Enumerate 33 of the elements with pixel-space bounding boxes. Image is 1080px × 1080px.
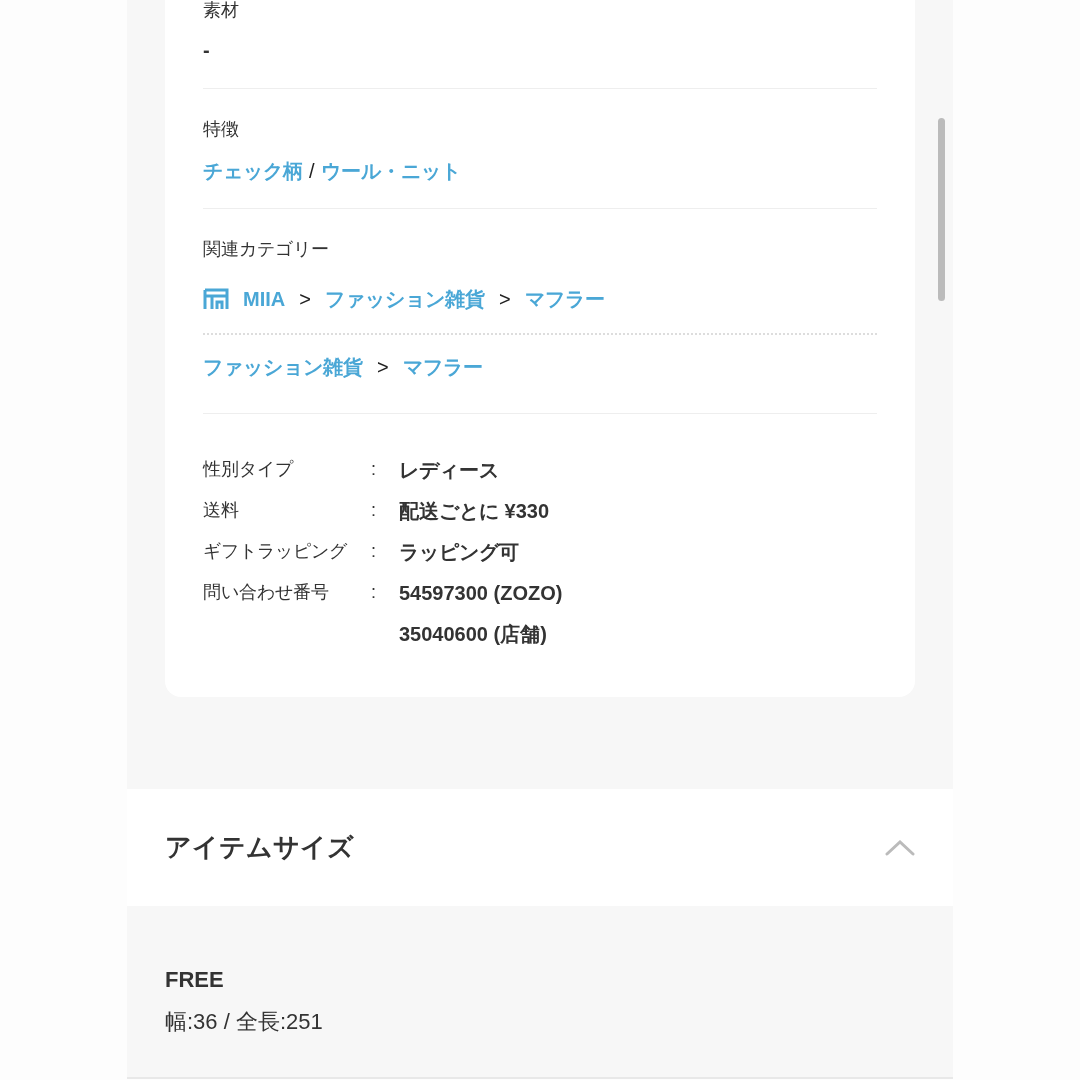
field-label: 関連カテゴリー xyxy=(203,238,330,261)
colon: : xyxy=(371,582,376,602)
colon: : xyxy=(371,500,376,520)
spec-label: 問い合わせ番号 xyxy=(203,582,329,602)
category-link[interactable]: ファッション雑貨 xyxy=(203,353,363,381)
size-name: FREE xyxy=(165,966,225,994)
field-label: 素材 xyxy=(203,0,240,22)
separator: > xyxy=(498,287,511,312)
spec-label: 性別タイプ xyxy=(203,459,293,479)
colon: : xyxy=(371,459,376,479)
spec-label: 送料 xyxy=(203,500,239,520)
field-value: - xyxy=(203,38,211,63)
spec-label: ギフトラッピング xyxy=(203,541,347,561)
spec-value: 54597300 (ZOZO) xyxy=(399,580,563,606)
spec-value: 35040600 (店舗) xyxy=(399,621,547,647)
spec-value: レディース xyxy=(399,457,499,483)
section-title: アイテムサイズ xyxy=(165,831,354,864)
category-link[interactable]: マフラー xyxy=(402,353,483,381)
scrollbar[interactable] xyxy=(938,118,945,301)
separator: > xyxy=(377,355,389,380)
separator: > xyxy=(299,287,311,312)
size-measurements: 幅:36 / 全長:251 xyxy=(165,1008,324,1036)
separator: / xyxy=(309,159,315,184)
shop-icon xyxy=(203,288,229,310)
category-link[interactable]: ファッション雑貨 xyxy=(324,285,485,313)
colon: : xyxy=(371,541,376,561)
category-link[interactable]: MIIA xyxy=(243,285,286,313)
spec-value: ラッピング可 xyxy=(399,539,519,565)
spec-value: 配送ごとに ¥330 xyxy=(399,498,550,524)
category-link[interactable]: チェック柄 xyxy=(203,157,303,185)
category-link[interactable]: ウール・ニット xyxy=(320,157,461,185)
field-label: 特徴 xyxy=(203,118,240,141)
category-link[interactable]: マフラー xyxy=(524,285,605,313)
